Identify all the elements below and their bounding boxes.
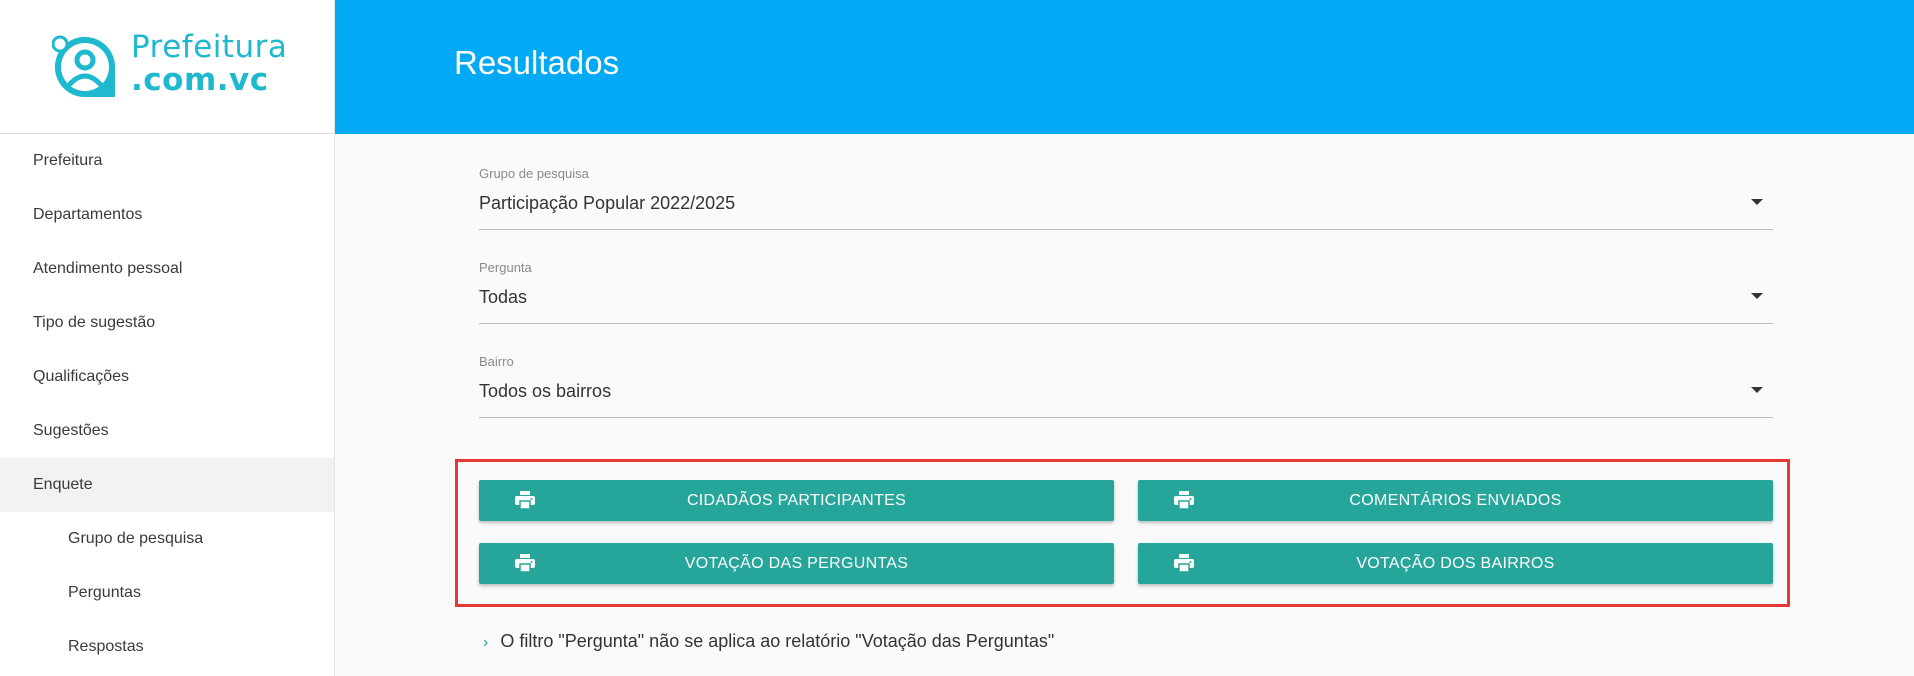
sidebar-item-departamentos[interactable]: Departamentos (0, 188, 334, 242)
grupo-de-pesquisa-label: Grupo de pesquisa (479, 166, 589, 181)
sidebar-subitem-respostas[interactable]: Respostas (0, 620, 334, 674)
sidebar-subitem-perguntas[interactable]: Perguntas (0, 566, 334, 620)
cidadaos-participantes-button[interactable]: CIDADÃOS PARTICIPANTES (479, 480, 1114, 521)
bairro-label: Bairro (479, 354, 514, 369)
votacao-das-perguntas-label: VOTAÇÃO DAS PERGUNTAS (684, 555, 909, 572)
chevron-right-icon: › (483, 634, 489, 651)
report-buttons-highlight: CIDADÃOS PARTICIPANTES COMENTÁRIOS ENVIA… (455, 459, 1790, 607)
brand-line-1: Prefeitura (131, 29, 288, 65)
votacao-dos-bairros-button[interactable]: VOTAÇÃO DOS BAIRROS (1138, 543, 1773, 584)
sidebar-subitem-grupo-de-pesquisa[interactable]: Grupo de pesquisa (0, 512, 334, 566)
dropdown-arrow-icon[interactable] (1751, 199, 1763, 205)
grupo-de-pesquisa-value: Participação Popular 2022/2025 (479, 193, 736, 213)
sidebar-item-atendimento-pessoal[interactable]: Atendimento pessoal (0, 242, 334, 296)
dropdown-arrow-icon[interactable] (1751, 387, 1763, 393)
page-title: Resultados (454, 44, 620, 81)
grupo-de-pesquisa-select[interactable]: Grupo de pesquisa Participação Popular 2… (479, 166, 1773, 230)
dropdown-arrow-icon[interactable] (1751, 293, 1763, 299)
sidebar: Prefeitura .com.vc Prefeitura Departamen… (0, 0, 335, 676)
votacao-das-perguntas-button[interactable]: VOTAÇÃO DAS PERGUNTAS (479, 543, 1114, 584)
page-header: Resultados (335, 0, 1914, 134)
filter-note: › O filtro "Pergunta" não se aplica ao re… (483, 631, 1054, 652)
brand-logo-icon (52, 35, 115, 97)
sidebar-item-enquete[interactable]: Enquete (0, 458, 334, 512)
sidebar-nav: Prefeitura Departamentos Atendimento pes… (0, 134, 334, 674)
pergunta-label: Pergunta (479, 260, 532, 275)
pergunta-value: Todas (479, 287, 528, 307)
filter-note-text: O filtro "Pergunta" não se aplica ao rel… (500, 631, 1055, 651)
cidadaos-participantes-label: CIDADÃOS PARTICIPANTES (686, 492, 907, 509)
brand-name: Prefeitura .com.vc (131, 31, 287, 97)
sidebar-item-sugestoes[interactable]: Sugestões (0, 404, 334, 458)
sidebar-item-qualificacoes[interactable]: Qualificações (0, 350, 334, 404)
sidebar-item-tipo-de-sugestao[interactable]: Tipo de sugestão (0, 296, 334, 350)
sidebar-item-prefeitura[interactable]: Prefeitura (0, 134, 334, 188)
pergunta-select[interactable]: Pergunta Todas (479, 260, 1773, 324)
comentarios-enviados-label: COMENTÁRIOS ENVIADOS (1349, 492, 1562, 509)
brand-line-2: .com.vc (131, 62, 269, 98)
votacao-dos-bairros-label: VOTAÇÃO DOS BAIRROS (1356, 555, 1555, 572)
comentarios-enviados-button[interactable]: COMENTÁRIOS ENVIADOS (1138, 480, 1773, 521)
brand-logo[interactable]: Prefeitura .com.vc (0, 0, 334, 134)
bairro-select[interactable]: Bairro Todos os bairros (479, 354, 1773, 418)
bairro-value: Todos os bairros (479, 381, 612, 401)
